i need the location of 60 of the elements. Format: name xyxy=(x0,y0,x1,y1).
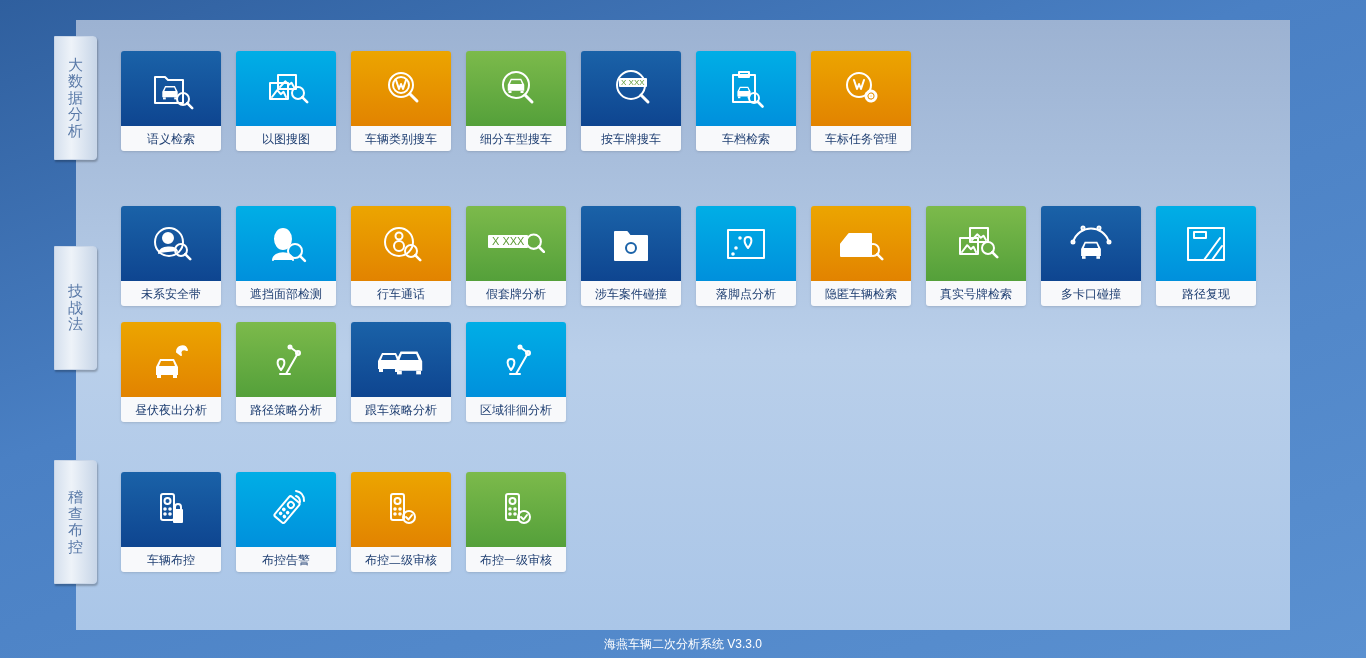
tile-label: 遮挡面部检测 xyxy=(236,281,336,306)
tile-label: 车档检索 xyxy=(696,126,796,151)
tile-label: 布控二级审核 xyxy=(351,547,451,572)
feature-tile[interactable]: 未系安全带 xyxy=(121,206,221,306)
feature-tile[interactable]: 布控一级审核 xyxy=(466,472,566,572)
footer-text: 海燕车辆二次分析系统 V3.3.0 xyxy=(604,636,762,653)
tile-label: 昼伏夜出分析 xyxy=(121,397,221,422)
feature-tile[interactable]: 涉车案件碰撞 xyxy=(581,206,681,306)
feature-tile[interactable]: 真实号牌检索 xyxy=(926,206,1026,306)
tile-label: 按车牌搜车 xyxy=(581,126,681,151)
feature-tile[interactable]: 路径复现 xyxy=(1156,206,1256,306)
section-title: 稽查布控 xyxy=(68,489,83,555)
tile-label: 布控告警 xyxy=(236,547,336,572)
tile-label: 行车通话 xyxy=(351,281,451,306)
tile-label: 以图搜图 xyxy=(236,126,336,151)
feature-tile[interactable]: 细分车型搜车 xyxy=(466,51,566,151)
feature-tile[interactable]: 遮挡面部检测 xyxy=(236,206,336,306)
feature-tile[interactable]: 布控二级审核 xyxy=(351,472,451,572)
tile-label: 区域徘徊分析 xyxy=(466,397,566,422)
feature-tile[interactable]: 以图搜图 xyxy=(236,51,336,151)
tile-label: 布控一级审核 xyxy=(466,547,566,572)
feature-tile[interactable]: 语义检索 xyxy=(121,51,221,151)
feature-tile[interactable]: 跟车策略分析 xyxy=(351,322,451,422)
feature-tile[interactable]: 落脚点分析 xyxy=(696,206,796,306)
section-title: 技战法 xyxy=(68,283,83,333)
section-tab[interactable]: 技战法 xyxy=(54,246,97,370)
feature-tile[interactable]: 车标任务管理 xyxy=(811,51,911,151)
tile-label: 车辆布控 xyxy=(121,547,221,572)
feature-tile[interactable]: 多卡口碰撞 xyxy=(1041,206,1141,306)
plate-text: X XXX xyxy=(488,234,529,248)
tile-label: 多卡口碰撞 xyxy=(1041,281,1141,306)
tile-label: 未系安全带 xyxy=(121,281,221,306)
tile-label: 路径策略分析 xyxy=(236,397,336,422)
feature-tile[interactable]: 昼伏夜出分析 xyxy=(121,322,221,422)
feature-tile[interactable]: 车辆布控 xyxy=(121,472,221,572)
tile-label: 语义检索 xyxy=(121,126,221,151)
tile-label: 车标任务管理 xyxy=(811,126,911,151)
tile-label: 路径复现 xyxy=(1156,281,1256,306)
tile-label: 跟车策略分析 xyxy=(351,397,451,422)
plate-text: X XXX xyxy=(619,77,647,88)
section-title: 大数据分析 xyxy=(68,56,83,140)
feature-tile[interactable]: 车辆类别搜车 xyxy=(351,51,451,151)
section-tab[interactable]: 大数据分析 xyxy=(54,36,97,160)
feature-tile[interactable]: X XXX 假套牌分析 xyxy=(466,206,566,306)
tile-label: 落脚点分析 xyxy=(696,281,796,306)
feature-tile[interactable]: 路径策略分析 xyxy=(236,322,336,422)
magnifier-icon xyxy=(525,232,545,253)
tile-label: 车辆类别搜车 xyxy=(351,126,451,151)
feature-tile[interactable]: 布控告警 xyxy=(236,472,336,572)
tile-label: 细分车型搜车 xyxy=(466,126,566,151)
feature-tile[interactable]: 隐匿车辆检索 xyxy=(811,206,911,306)
feature-tile[interactable]: 车档检索 xyxy=(696,51,796,151)
feature-tile[interactable]: X XXX 按车牌搜车 xyxy=(581,51,681,151)
feature-tile[interactable]: 行车通话 xyxy=(351,206,451,306)
tile-label: 真实号牌检索 xyxy=(926,281,1026,306)
section-tab[interactable]: 稽查布控 xyxy=(54,460,97,584)
tile-label: 隐匿车辆检索 xyxy=(811,281,911,306)
feature-tile[interactable]: 区域徘徊分析 xyxy=(466,322,566,422)
tile-label: 假套牌分析 xyxy=(466,281,566,306)
tile-label: 涉车案件碰撞 xyxy=(581,281,681,306)
